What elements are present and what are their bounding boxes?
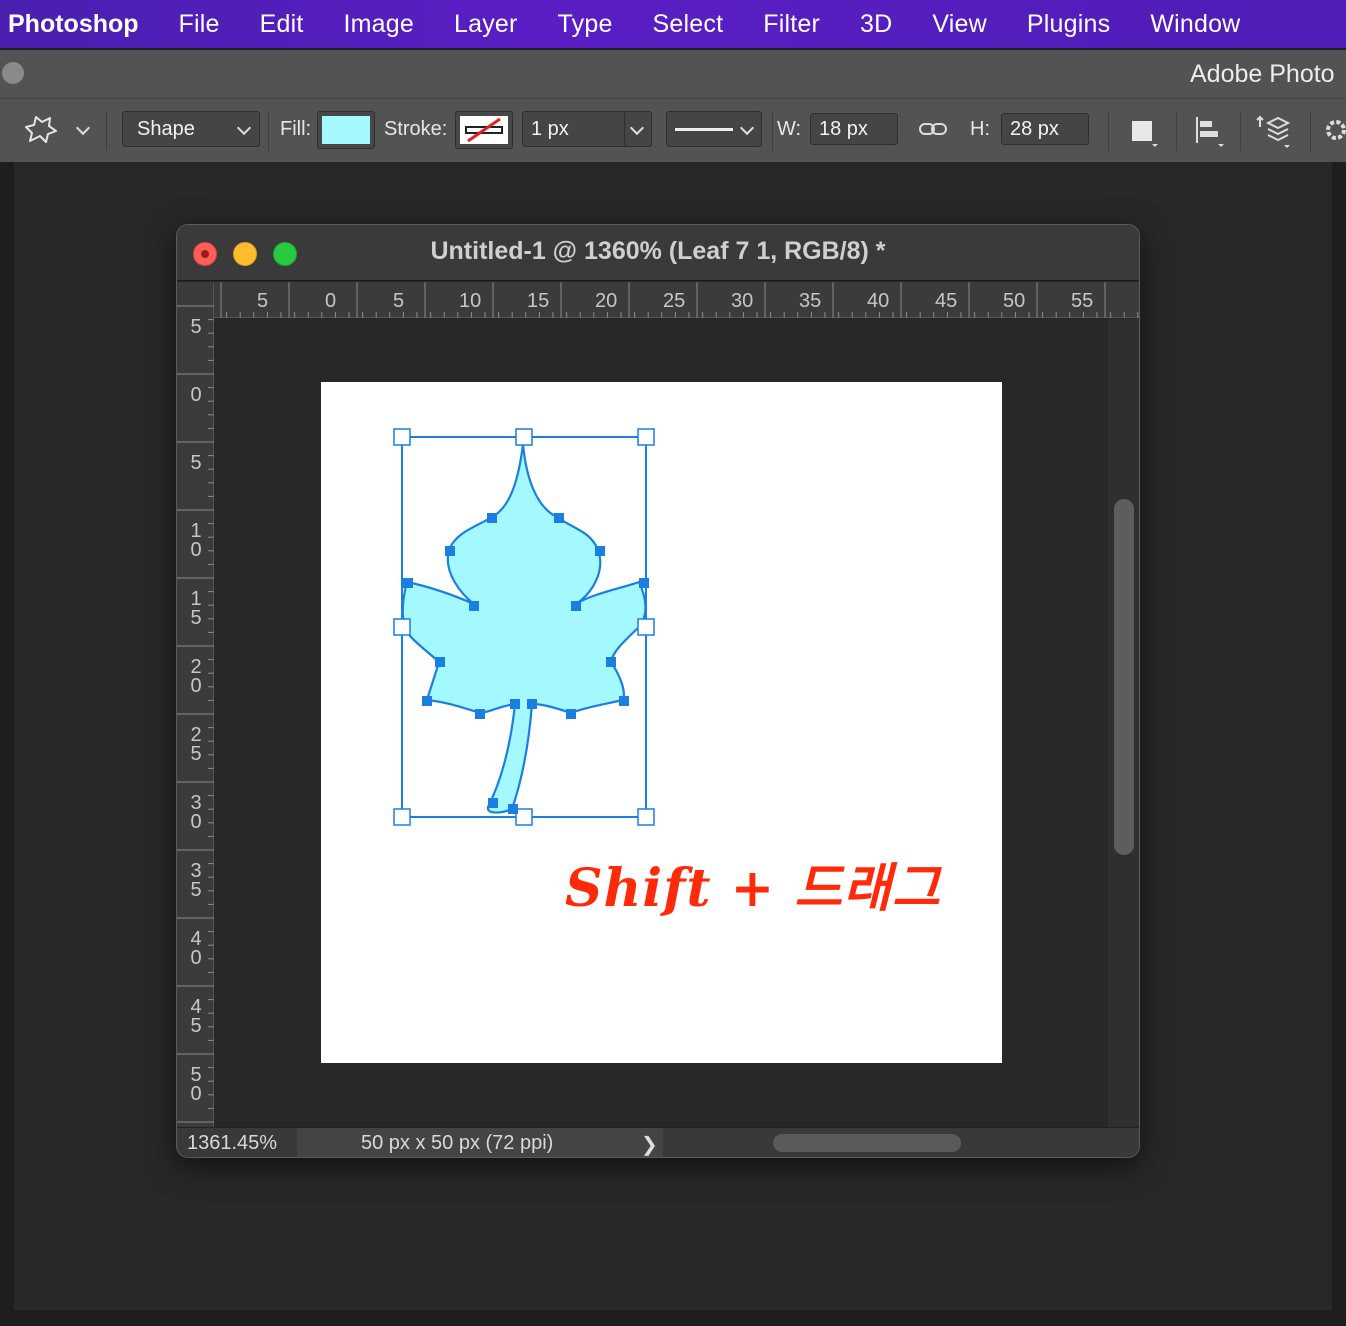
ruler-label: 0 <box>325 290 337 312</box>
path-alignment-icon[interactable] <box>1192 115 1228 149</box>
document-info[interactable]: 50 px x 50 px (72 ppi) <box>297 1128 663 1157</box>
ruler-label: 10 <box>459 290 482 312</box>
path-arrangement-icon[interactable] <box>1254 113 1294 149</box>
bottom-edge <box>0 1310 1346 1326</box>
fill-color <box>322 116 370 144</box>
leaf-shape[interactable] <box>401 443 647 814</box>
width-field[interactable]: 18 px <box>810 113 898 145</box>
ruler-label: 20 <box>190 656 202 697</box>
ruler-label: 35 <box>190 860 202 901</box>
ruler-label: 45 <box>190 996 202 1037</box>
menu-plugins[interactable]: Plugins <box>1027 10 1110 39</box>
ruler-label: 50 <box>1003 290 1026 312</box>
divider <box>268 111 269 151</box>
status-menu-arrow-icon[interactable]: ❯ <box>641 1132 658 1157</box>
divider <box>1240 111 1241 151</box>
divider <box>1176 111 1177 151</box>
stroke-label: Stroke: <box>384 118 448 140</box>
ruler-label: 5 <box>257 290 269 312</box>
options-bar: Shape Fill: Stroke: 1 px W: 18 px H: 28 … <box>0 98 1346 162</box>
ruler-label: 5 <box>190 452 202 474</box>
menu-edit[interactable]: Edit <box>260 10 304 39</box>
ruler-label: 30 <box>731 290 754 312</box>
ruler-label: 40 <box>867 290 890 312</box>
ruler-label: 35 <box>799 290 822 312</box>
ruler-label: 5 <box>393 290 405 312</box>
vertical-scroll-thumb[interactable] <box>1114 499 1134 855</box>
ruler-label: 15 <box>527 290 550 312</box>
window-control-dot[interactable] <box>2 62 24 84</box>
divider <box>106 111 107 151</box>
no-stroke-icon <box>460 116 508 144</box>
divider <box>1310 111 1311 151</box>
menu-layer[interactable]: Layer <box>454 10 518 39</box>
width-value: 18 px <box>819 117 868 140</box>
ruler-label: 5 <box>190 316 202 338</box>
ruler-label: 50 <box>190 1064 202 1105</box>
tool-preset-chevron-icon[interactable] <box>75 120 91 136</box>
mode-select-value: Shape <box>137 117 195 140</box>
document-size: 50 px x 50 px (72 ppi) <box>361 1132 554 1154</box>
divider <box>624 112 625 146</box>
menu-bar: Photoshop File Edit Image Layer Type Sel… <box>0 0 1346 48</box>
ruler-label: 25 <box>190 724 202 765</box>
height-label: H: <box>970 118 990 140</box>
menu-type[interactable]: Type <box>558 10 613 39</box>
path-operations-icon[interactable] <box>1128 117 1162 149</box>
menu-image[interactable]: Image <box>344 10 414 39</box>
vertical-ruler[interactable]: 5 0 5 10 15 20 25 30 35 40 45 50 <box>177 282 214 1128</box>
menu-file[interactable]: File <box>179 10 220 39</box>
fill-label: Fill: <box>280 118 312 140</box>
menu-select[interactable]: Select <box>653 10 724 39</box>
ruler-label: 40 <box>190 928 202 969</box>
width-label: W: <box>777 118 802 140</box>
stroke-width-value: 1 px <box>531 117 569 140</box>
app-title: Adobe Photo <box>1190 60 1335 88</box>
divider <box>772 111 773 151</box>
horizontal-scroll-thumb[interactable] <box>773 1134 961 1152</box>
ruler-label: 10 <box>190 520 202 561</box>
ruler-label: 15 <box>190 588 202 629</box>
height-field[interactable]: 28 px <box>1001 113 1089 145</box>
menu-view[interactable]: View <box>932 10 987 39</box>
ruler-label: 25 <box>663 290 686 312</box>
stroke-swatch-button[interactable] <box>455 111 513 149</box>
height-value: 28 px <box>1010 117 1059 140</box>
ruler-label: 0 <box>190 384 202 406</box>
ruler-label: 55 <box>1071 290 1094 312</box>
horizontal-ruler[interactable]: 5 0 5 10 15 20 25 30 35 40 45 50 55 <box>213 282 1139 318</box>
vertical-scrollbar[interactable] <box>1108 319 1139 1127</box>
ruler-label: 30 <box>190 792 202 833</box>
menu-3d[interactable]: 3D <box>860 10 892 39</box>
menu-window[interactable]: Window <box>1150 10 1240 39</box>
ruler-label: 45 <box>935 290 958 312</box>
status-bar: 1361.45% 50 px x 50 px (72 ppi) ❯ <box>177 1127 1139 1157</box>
fill-swatch-button[interactable] <box>317 111 375 149</box>
stroke-line-icon <box>675 127 733 131</box>
menu-filter[interactable]: Filter <box>763 10 820 39</box>
divider <box>1108 111 1109 151</box>
ruler-label: 20 <box>595 290 618 312</box>
app-menu[interactable]: Photoshop <box>0 10 139 39</box>
panel-edge <box>1332 162 1346 1326</box>
document-title: Untitled-1 @ 1360% (Leaf 7 1, RGB/8) * <box>430 237 886 265</box>
zoom-level[interactable]: 1361.45% <box>187 1132 277 1155</box>
leaf-shape-layer[interactable] <box>321 382 1002 1063</box>
document-title-bar[interactable]: Untitled-1 @ 1360% (Leaf 7 1, RGB/8) * <box>177 225 1139 281</box>
app-title-bar: Adobe Photo <box>0 50 1346 98</box>
instruction-caption: Shift + 드래그 <box>565 858 941 919</box>
gear-icon[interactable] <box>1322 115 1346 145</box>
link-icon[interactable] <box>918 119 948 139</box>
custom-shape-tool-icon[interactable] <box>22 113 62 147</box>
